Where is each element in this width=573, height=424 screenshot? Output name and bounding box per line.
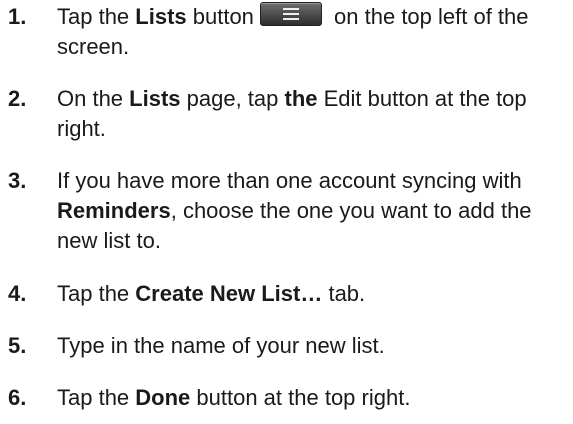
step-number: 4. xyxy=(8,281,27,306)
step-text: If you have more than one account syncin… xyxy=(57,168,532,253)
step-number: 3. xyxy=(8,168,27,193)
step-text: Tap the Done button at the top right. xyxy=(57,385,411,410)
step-text: On the Lists page, tap the Edit button a… xyxy=(57,86,527,141)
step-text: Tap the Create New List… tab. xyxy=(57,281,366,306)
menu-icon xyxy=(259,2,322,27)
step-number: 2. xyxy=(8,86,27,111)
step-text: Tap the Lists button on the top left of … xyxy=(57,2,529,59)
step-text: Type in the name of your new list. xyxy=(57,333,385,358)
step-number: 1. xyxy=(8,4,27,29)
step-number: 6. xyxy=(8,385,27,410)
instruction-steps: 1. Tap the Lists button on the top left … xyxy=(0,0,573,424)
step-number: 5. xyxy=(8,333,27,358)
